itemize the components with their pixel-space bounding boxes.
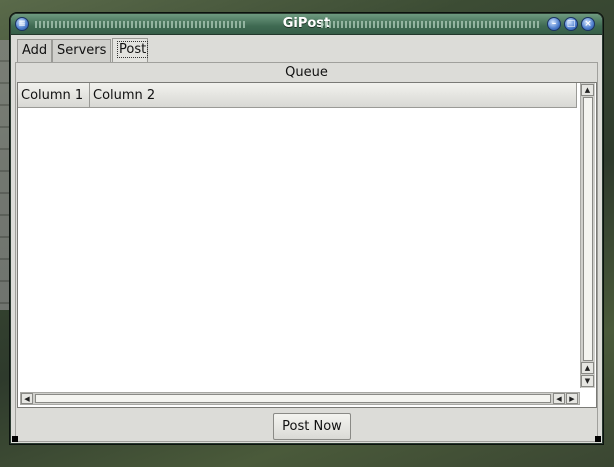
titlebar[interactable]: ≡ GiPost – □ × bbox=[11, 14, 602, 35]
column-header-1[interactable]: Column 1 bbox=[18, 83, 90, 108]
tab-add[interactable]: Add bbox=[17, 39, 52, 62]
scroll-right-arrow-icon[interactable]: ▶ bbox=[566, 393, 578, 404]
vertical-scroll-thumb[interactable] bbox=[583, 97, 593, 361]
minimize-icon[interactable]: – bbox=[547, 17, 561, 31]
tab-post[interactable]: Post bbox=[112, 38, 149, 62]
scroll-left-arrow-icon[interactable]: ◀ bbox=[553, 393, 565, 404]
close-icon[interactable]: × bbox=[581, 17, 595, 31]
scroll-up-arrow-icon[interactable]: ▲ bbox=[581, 84, 594, 96]
queue-list[interactable]: Column 1 Column 2 ▲ ▲ ▼ ◀ ◀ ▶ bbox=[17, 82, 597, 408]
window-corner-bl bbox=[12, 436, 18, 442]
scroll-left-arrow-icon[interactable]: ◀ bbox=[21, 393, 33, 404]
queue-label: Queue bbox=[285, 65, 328, 80]
gipost-window: ≡ GiPost – □ × Add Servers Post Queue Co… bbox=[10, 13, 603, 444]
tab-post-label: Post bbox=[117, 41, 149, 58]
column-header-2[interactable]: Column 2 bbox=[90, 83, 577, 108]
desktop-background-strip bbox=[0, 40, 10, 310]
scroll-up-arrow-icon[interactable]: ▲ bbox=[581, 362, 594, 374]
window-corner-br[interactable] bbox=[595, 436, 601, 442]
horizontal-scroll-thumb[interactable] bbox=[35, 394, 551, 403]
maximize-icon[interactable]: □ bbox=[564, 17, 578, 31]
tab-servers[interactable]: Servers bbox=[52, 39, 111, 62]
horizontal-scrollbar[interactable]: ◀ ◀ ▶ bbox=[20, 392, 580, 405]
vertical-scrollbar[interactable]: ▲ ▲ ▼ bbox=[580, 83, 595, 388]
scroll-down-arrow-icon[interactable]: ▼ bbox=[581, 375, 594, 387]
titlebar-grip-right bbox=[321, 21, 541, 28]
post-panel: Queue Column 1 Column 2 ▲ ▲ ▼ ◀ ◀ ▶ Post… bbox=[15, 62, 598, 442]
post-now-button[interactable]: Post Now bbox=[273, 413, 351, 440]
